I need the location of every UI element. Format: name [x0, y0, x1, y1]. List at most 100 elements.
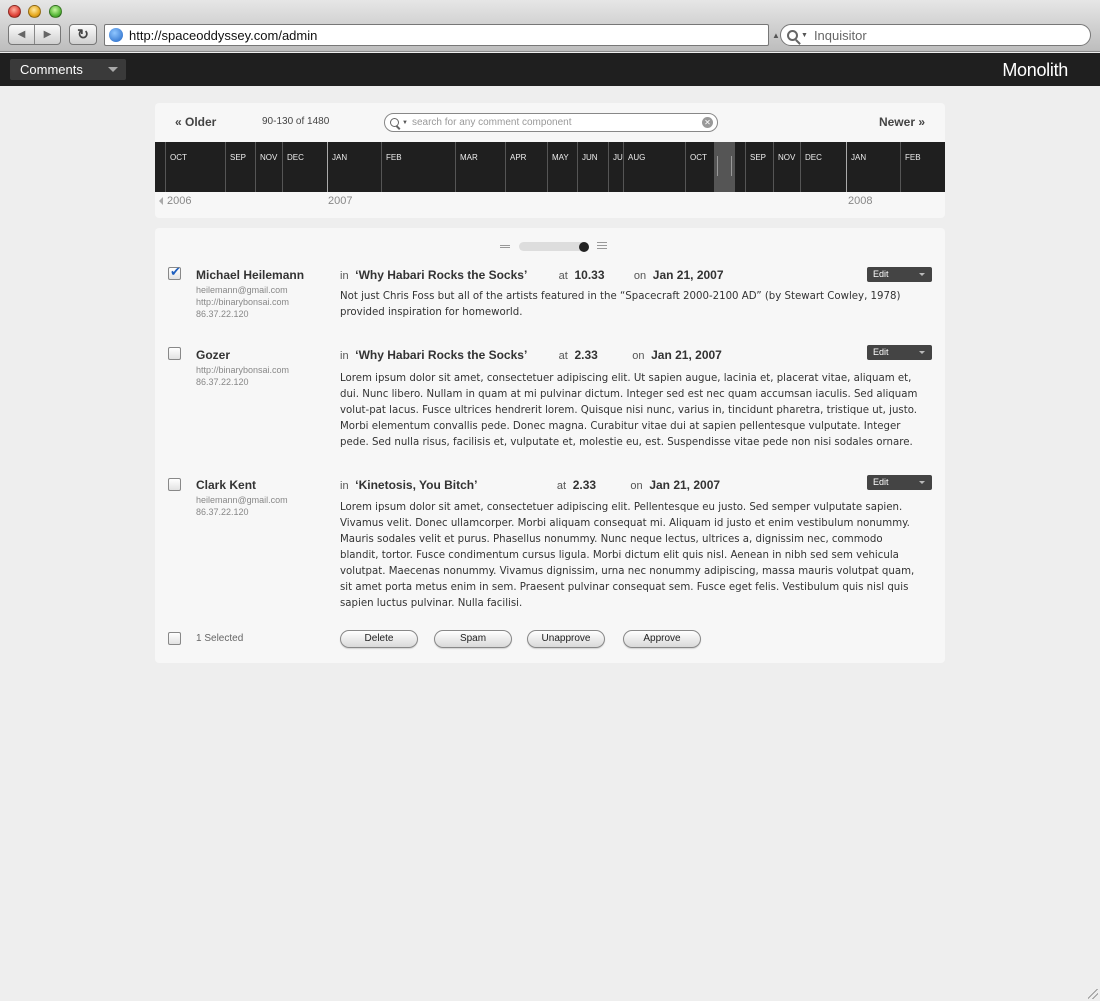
timeline-month[interactable]: OCT	[165, 142, 225, 192]
clear-search-icon[interactable]: ✕	[702, 117, 713, 128]
timeline-month[interactable]: APR	[505, 142, 547, 192]
author-url: http://binarybonsai.com	[196, 297, 290, 307]
edit-button[interactable]: Edit	[867, 267, 932, 282]
url-dropdown-icon[interactable]: ▲	[772, 31, 780, 40]
comment-header: in ‘Why Habari Rocks the Socks’ at 2.33 …	[340, 348, 722, 362]
unapprove-button[interactable]: Unapprove	[527, 630, 605, 648]
comment-header: in ‘Kinetosis, You Bitch’ at 2.33 on Jan…	[340, 478, 720, 492]
timeline-month[interactable]: SEP	[225, 142, 255, 192]
timeline-month[interactable]: DEC	[282, 142, 327, 192]
timeline-month[interactable]: OCT	[685, 142, 714, 192]
app-header: Comments Monolith	[0, 53, 1100, 86]
timeline-month[interactable]: JUN	[577, 142, 608, 192]
browser-search-input[interactable]: ▼ Inquisitor	[780, 24, 1091, 46]
on-label: on	[630, 480, 643, 492]
reload-icon[interactable]: ↻	[69, 24, 97, 45]
select-all-checkbox[interactable]	[168, 632, 181, 645]
browser-chrome: ◀ ▶ ↻ http://spaceoddyssey.com/admin ▲ ▼…	[0, 0, 1100, 52]
selection-count: 1 Selected	[196, 633, 244, 644]
edit-button-label: Edit	[873, 347, 889, 357]
edit-button-label: Edit	[873, 269, 889, 279]
timeline-panel: « Older 90-130 of 1480 ▼ search for any …	[155, 103, 945, 218]
timeline-month[interactable]: JU	[608, 142, 623, 192]
comment-checkbox[interactable]	[168, 478, 181, 491]
comment-date: Jan 21, 2007	[652, 268, 724, 282]
comment-checkbox[interactable]	[168, 265, 181, 280]
on-label: on	[632, 350, 645, 362]
search-icon	[390, 118, 399, 127]
timeline-month[interactable]: MAR	[455, 142, 505, 192]
timeline-years: 2006 2007 2008	[155, 195, 945, 211]
history-nav: ◀ ▶	[8, 24, 61, 45]
timeline-year[interactable]: 2008	[848, 195, 872, 207]
comments-panel: Michael Heilemann heilemann@gmail.com ht…	[155, 228, 945, 663]
approve-button[interactable]: Approve	[623, 630, 701, 648]
chevron-down-icon: ▼	[801, 31, 808, 39]
section-select[interactable]: Comments	[10, 59, 126, 80]
timeline-month[interactable]: AUG	[623, 142, 685, 192]
chevron-down-icon	[919, 481, 925, 484]
timeline-month[interactable]: DEC	[800, 142, 846, 192]
timeline-month[interactable]: NOV	[255, 142, 282, 192]
comment-author: Clark Kent	[196, 478, 257, 492]
brand-logo: Monolith	[1002, 60, 1068, 80]
timeline-month[interactable]: JAN	[327, 142, 381, 192]
globe-icon	[109, 28, 123, 42]
delete-button[interactable]: Delete	[340, 630, 418, 648]
post-title[interactable]: ‘Why Habari Rocks the Socks’	[355, 268, 527, 282]
at-label: at	[558, 350, 568, 362]
timeline-year[interactable]: 2007	[328, 195, 352, 207]
compact-view-icon[interactable]	[500, 245, 510, 248]
window-resize-handle[interactable]	[1088, 989, 1098, 999]
chevron-down-icon	[108, 67, 118, 72]
comment-date: Jan 21, 2007	[649, 478, 721, 492]
edit-button-label: Edit	[873, 477, 889, 487]
address-bar[interactable]: http://spaceoddyssey.com/admin	[104, 24, 769, 46]
forward-arrow-icon[interactable]: ▶	[34, 25, 60, 44]
chevron-down-icon: ▼	[402, 119, 408, 126]
author-email: heilemann@gmail.com	[196, 495, 288, 505]
view-density-slider[interactable]	[500, 241, 610, 253]
edit-button[interactable]: Edit	[867, 475, 932, 490]
url-text: http://spaceoddyssey.com/admin	[129, 27, 318, 43]
timeline-month[interactable]: SEP	[745, 142, 773, 192]
comment-time: 2.33	[572, 478, 597, 492]
expanded-view-icon[interactable]	[597, 242, 607, 251]
comment-body: Not just Chris Foss but all of the artis…	[340, 291, 901, 318]
timeline-strip[interactable]: OCT SEP NOV DEC JAN FEB MAR APR MAY JUN …	[155, 142, 945, 192]
scroll-left-icon[interactable]	[159, 197, 163, 205]
author-ip: 86.37.22.120	[196, 507, 249, 517]
post-title[interactable]: ‘Why Habari Rocks the Socks’	[355, 348, 527, 362]
search-icon	[787, 29, 798, 41]
back-arrow-icon[interactable]: ◀	[9, 25, 34, 44]
timeline-range-handle[interactable]	[714, 142, 735, 192]
timeline-month[interactable]: FEB	[900, 142, 945, 192]
comment-search-input[interactable]: ▼ search for any comment component ✕	[384, 113, 718, 132]
timeline-month[interactable]: NOV	[773, 142, 800, 192]
result-count: 90-130 of 1480	[262, 116, 330, 127]
timeline-month[interactable]: JAN	[846, 142, 900, 192]
comment-time: 10.33	[574, 268, 605, 282]
timeline-month[interactable]: FEB	[381, 142, 455, 192]
slider-knob[interactable]	[579, 242, 589, 252]
timeline-month[interactable]: MAY	[547, 142, 577, 192]
in-label: in	[340, 270, 349, 282]
on-label: on	[633, 270, 647, 282]
minimize-window-icon[interactable]	[28, 5, 41, 18]
author-url: http://binarybonsai.com	[196, 365, 290, 375]
comment-time: 2.33	[574, 348, 598, 362]
post-title[interactable]: ‘Kinetosis, You Bitch’	[355, 478, 477, 492]
close-window-icon[interactable]	[8, 5, 21, 18]
comment-date: Jan 21, 2007	[651, 348, 722, 362]
edit-button[interactable]: Edit	[867, 345, 932, 360]
older-link[interactable]: « Older	[175, 115, 216, 129]
spam-button[interactable]: Spam	[434, 630, 512, 648]
chevron-down-icon	[919, 351, 925, 354]
comment-checkbox[interactable]	[168, 347, 181, 360]
newer-link[interactable]: Newer »	[879, 115, 925, 129]
in-label: in	[340, 480, 349, 492]
in-label: in	[340, 350, 349, 362]
zoom-window-icon[interactable]	[49, 5, 62, 18]
browser-search-placeholder: Inquisitor	[813, 27, 867, 43]
timeline-year[interactable]: 2006	[167, 195, 191, 207]
